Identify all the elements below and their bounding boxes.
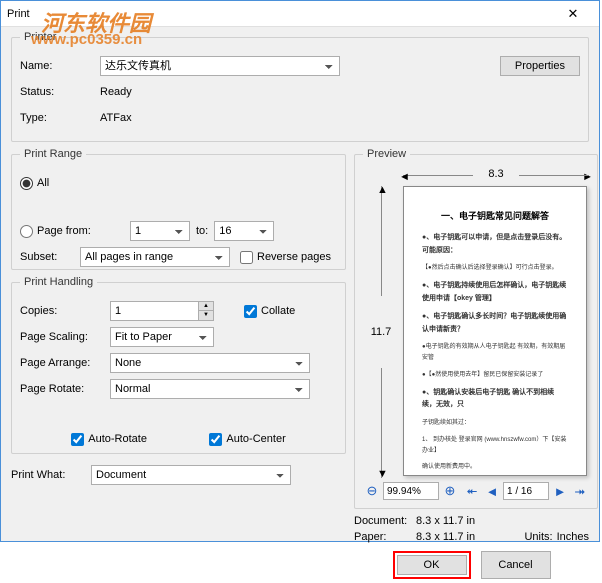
spin-up-icon[interactable]: ▲ [199, 302, 213, 311]
close-icon[interactable]: ✕ [553, 6, 593, 22]
auto-center-checkbox[interactable]: Auto-Center [209, 433, 285, 446]
range-legend: Print Range [20, 148, 86, 160]
document-size-row: Document: 8.3 x 11.7 in [354, 515, 589, 527]
printer-type-value: ATFax [100, 112, 132, 124]
preview-box: ◄ 8.3 ► ▲ 11.7 ▼ 一、电子钥匙常见问题解答 ●、电子钥 [363, 168, 589, 478]
preview-page: 一、电子钥匙常见问题解答 ●、电子钥匙可以申请，但是点击登录后没有。可能原因： … [403, 186, 587, 476]
preview-height-ruler: ▲ 11.7 ▼ [363, 186, 399, 478]
zoom-in-icon[interactable]: ⊕ [441, 482, 459, 500]
titlebar: Print ✕ [1, 1, 599, 27]
range-all-input[interactable] [20, 177, 33, 190]
copies-label: Copies: [20, 305, 110, 317]
printer-name-select[interactable]: 达乐文传真机 [100, 56, 340, 76]
paper-size-row: Paper: 8.3 x 11.7 in Units: Inches [354, 531, 589, 543]
zoom-value[interactable]: 99.94% [383, 482, 439, 500]
page-to-select[interactable]: 16 [214, 221, 274, 241]
next-page-icon[interactable]: ► [551, 482, 569, 500]
print-dialog: Print ✕ 河东软件园 www.pc0359.cn Printer Name… [0, 0, 600, 542]
copies-spinner[interactable]: ▲▼ [110, 301, 214, 321]
range-pagefrom-radio[interactable]: Page from: [20, 225, 130, 238]
printer-name-label: Name: [20, 60, 100, 72]
print-handling-group: Print Handling Copies: ▲▼ Collate [11, 276, 346, 454]
zoom-out-icon[interactable]: ⊖ [363, 482, 381, 500]
properties-button[interactable]: Properties [500, 56, 580, 76]
preview-width-ruler: ◄ 8.3 ► [403, 168, 589, 180]
print-what-label: Print What: [11, 469, 91, 481]
arrange-select[interactable]: None [110, 353, 310, 373]
range-pagefrom-input[interactable] [20, 225, 33, 238]
preview-doc-title: 一、电子钥匙常见问题解答 [422, 209, 568, 222]
last-page-icon[interactable]: ⯮ [571, 482, 589, 500]
first-page-icon[interactable]: ⯬ [463, 482, 481, 500]
print-what-select[interactable]: Document [91, 465, 291, 485]
range-all-radio[interactable]: All [20, 177, 49, 190]
auto-rotate-checkbox[interactable]: Auto-Rotate [71, 433, 147, 446]
handling-legend: Print Handling [20, 276, 97, 288]
dialog-title: Print [7, 8, 553, 20]
reverse-pages-checkbox[interactable]: Reverse pages [240, 251, 331, 264]
printer-legend: Printer [20, 31, 60, 43]
scaling-label: Page Scaling: [20, 331, 110, 343]
preview-group: Preview ◄ 8.3 ► ▲ 11.7 ▼ [354, 148, 598, 509]
ok-highlight: OK [393, 551, 471, 579]
printer-status-label: Status: [20, 86, 100, 98]
page-from-select[interactable]: 1 [130, 221, 190, 241]
ok-button[interactable]: OK [397, 555, 467, 575]
print-range-group: Print Range All Page from: 1 [11, 148, 346, 270]
printer-group: Printer Name: 达乐文传真机 Properties Status: … [11, 31, 589, 142]
copies-input[interactable] [110, 301, 198, 321]
cancel-button[interactable]: Cancel [481, 551, 551, 579]
rotate-label: Page Rotate: [20, 383, 110, 395]
rotate-select[interactable]: Normal [110, 379, 310, 399]
prev-page-icon[interactable]: ◄ [483, 482, 501, 500]
subset-label: Subset: [20, 251, 80, 263]
arrange-label: Page Arrange: [20, 357, 110, 369]
page-indicator[interactable]: 1 / 16 [503, 482, 549, 500]
subset-select[interactable]: All pages in range [80, 247, 230, 267]
to-label: to: [196, 225, 208, 237]
scaling-select[interactable]: Fit to Paper [110, 327, 214, 347]
printer-status-value: Ready [100, 86, 132, 98]
collate-checkbox[interactable]: Collate [244, 305, 295, 318]
spin-down-icon[interactable]: ▼ [199, 311, 213, 320]
printer-type-label: Type: [20, 112, 100, 124]
preview-legend: Preview [363, 148, 410, 160]
